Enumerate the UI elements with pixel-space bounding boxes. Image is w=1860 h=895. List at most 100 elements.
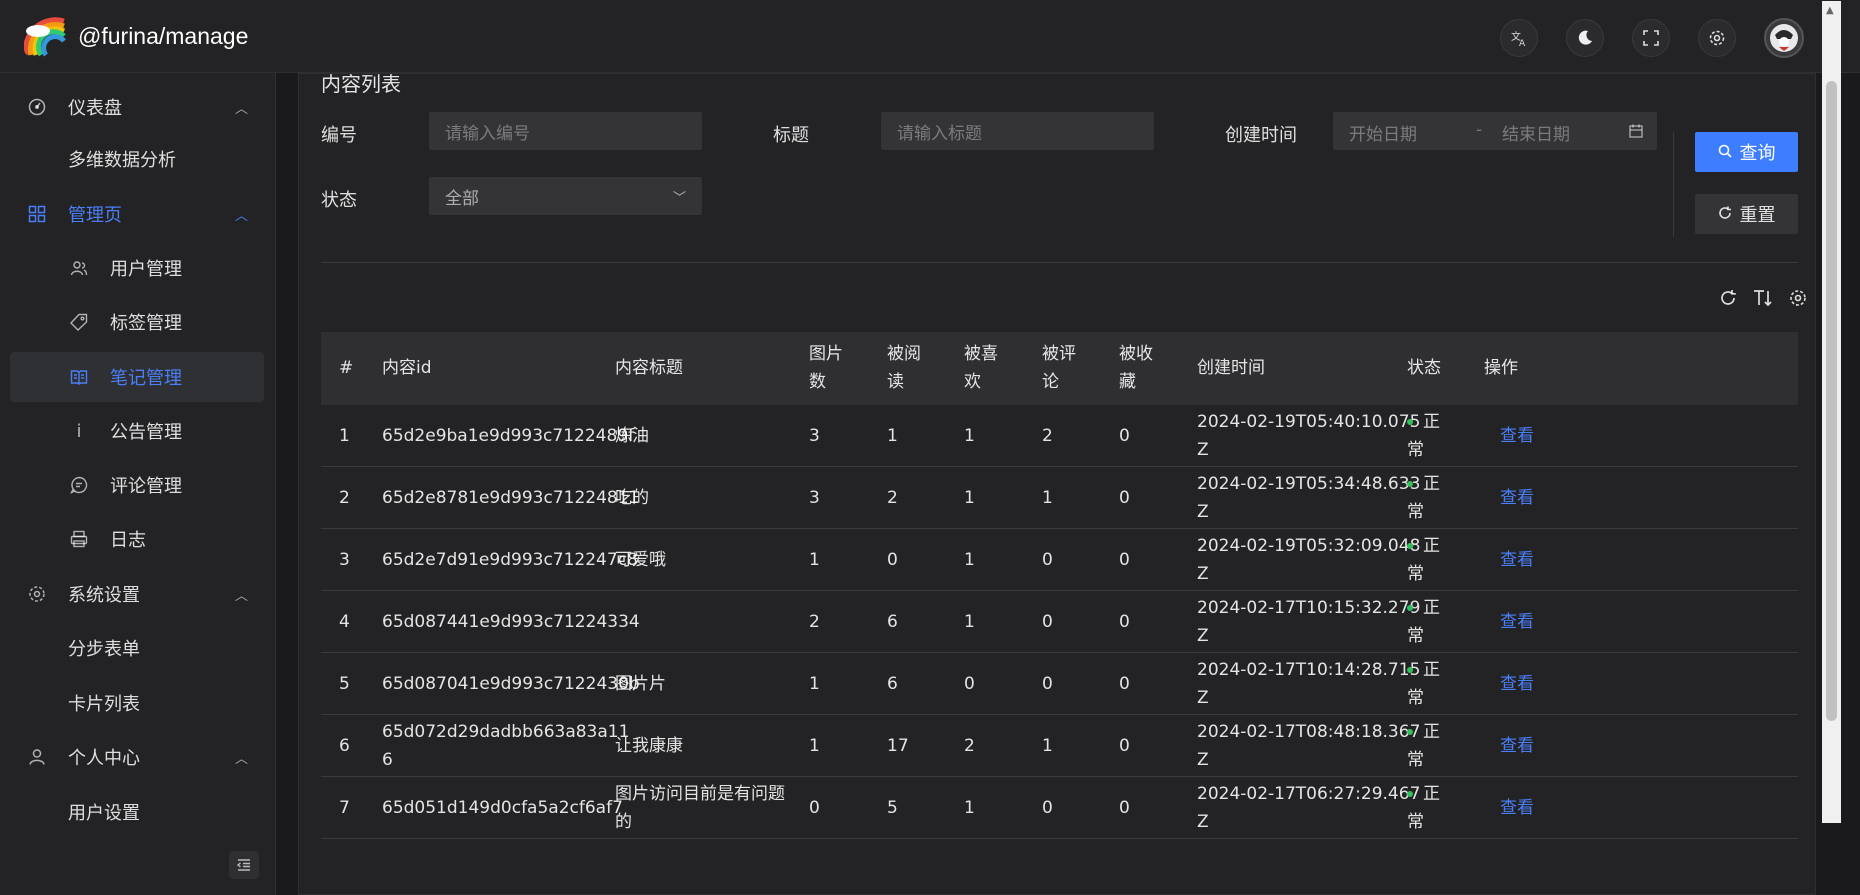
sidebar-item-comments[interactable]: 评论管理 xyxy=(10,460,264,510)
cell-text: 查看 xyxy=(1500,736,1534,756)
cell-text: 2 xyxy=(1042,426,1053,446)
cell-text: 5 xyxy=(887,798,898,818)
sidebar-item-label: 多维数据分析 xyxy=(68,150,176,171)
col-header: 图片 数 xyxy=(809,344,843,392)
view-link[interactable]: 查看 xyxy=(1500,422,1534,450)
status-dot xyxy=(1407,667,1413,673)
collapse-sidebar-icon[interactable] xyxy=(229,851,259,879)
info-icon: i xyxy=(76,420,82,442)
cell-text: 2 xyxy=(964,736,975,756)
table-cell: 1 xyxy=(964,608,975,636)
table-toolbar xyxy=(1719,288,1807,312)
moon-icon[interactable] xyxy=(1566,19,1604,57)
scroll-up-arrow[interactable]: ▲ xyxy=(1826,5,1834,16)
cell-text: 0 xyxy=(1119,736,1130,756)
table-cell: 2024-02-19T05:32:09.048 Z xyxy=(1197,532,1420,588)
column-settings-icon[interactable] xyxy=(1789,288,1807,312)
scrollbar[interactable]: ▲ xyxy=(1822,1,1841,823)
table-cell: 正 常 xyxy=(1407,594,1440,650)
table-cell: 0 xyxy=(1119,422,1130,450)
cell-text: 1 xyxy=(809,736,820,756)
table-row: 7 65d051d149d0cfa5a2cf6af7 图片访问目前是有问题 的 0 5 1… xyxy=(321,777,1798,839)
sidebar-item-system-settings[interactable]: 系统设置 ︿ xyxy=(10,569,264,619)
sidebar-item-manage[interactable]: 管理页 ︿ xyxy=(10,189,264,239)
cell-text: 3 xyxy=(809,488,820,508)
sidebar-item-card-list[interactable]: 卡片列表 xyxy=(10,678,264,728)
col-header: 被阅 读 xyxy=(887,344,921,392)
cell-text: 0 xyxy=(1119,612,1130,632)
avatar[interactable] xyxy=(1764,18,1804,58)
sidebar-item-label: 管理页 xyxy=(68,205,122,226)
chevron-up-icon: ︿ xyxy=(234,101,248,117)
view-link[interactable]: 查看 xyxy=(1500,732,1534,760)
table-cell: 正 常 xyxy=(1407,718,1440,774)
start-date-input[interactable]: 开始日期 xyxy=(1349,120,1417,145)
sidebar-item-logs[interactable]: 日志 xyxy=(10,514,264,564)
tag-icon xyxy=(68,311,90,333)
refresh-icon[interactable] xyxy=(1719,288,1737,312)
table-cell: 0 xyxy=(809,794,820,822)
table-cell: 6 xyxy=(887,670,898,698)
table-cell: 7 xyxy=(339,794,350,822)
sidebar-item-step-form[interactable]: 分步表单 xyxy=(10,623,264,673)
sidebar-item-analysis[interactable]: 多维数据分析 xyxy=(10,134,264,184)
status-select[interactable]: 全部 ﹀ xyxy=(429,177,702,215)
date-range-picker[interactable]: 开始日期 - 结束日期 xyxy=(1333,112,1657,150)
col-header: # xyxy=(339,358,354,378)
table-cell: 2 xyxy=(1042,422,1053,450)
sidebar-item-users[interactable]: 用户管理 xyxy=(10,243,264,293)
id-input[interactable]: 请输入编号 xyxy=(429,112,702,150)
sidebar-item-tags[interactable]: 标签管理 xyxy=(10,297,264,347)
grid-icon xyxy=(26,203,48,225)
table-cell: 让我康康 xyxy=(615,732,683,760)
status-dot xyxy=(1407,481,1413,487)
sidebar-item-label: 用户设置 xyxy=(68,803,140,824)
table-cell: 2024-02-17T10:15:32.279 Z xyxy=(1197,594,1420,650)
table-cell: 2 xyxy=(809,608,820,636)
sidebar-item-user-settings[interactable]: 用户设置 xyxy=(10,787,264,837)
view-link[interactable]: 查看 xyxy=(1500,608,1534,636)
gear-icon[interactable] xyxy=(1698,19,1736,57)
table-cell: 1 xyxy=(1042,732,1053,760)
table-cell: 正 常 xyxy=(1407,780,1440,836)
sidebar-item-dashboard[interactable]: 仪表盘 ︿ xyxy=(10,82,264,132)
cell-text: 0 xyxy=(1119,488,1130,508)
table-cell: 正 常 xyxy=(1407,470,1440,526)
cell-text: 2024-02-17T08:48:18.367 Z xyxy=(1197,722,1421,770)
table-cell: 1 xyxy=(809,546,820,574)
chevron-up-icon: ︿ xyxy=(234,588,248,604)
reset-button[interactable]: 重置 xyxy=(1695,194,1798,234)
translate-icon[interactable]: 文A xyxy=(1500,19,1538,57)
table-cell: 0 xyxy=(1119,546,1130,574)
view-link[interactable]: 查看 xyxy=(1500,670,1534,698)
title-input-placeholder: 请输入标题 xyxy=(897,123,982,144)
density-icon[interactable] xyxy=(1753,288,1773,312)
cell-text: 65d051d149d0cfa5a2cf6af7 xyxy=(382,798,623,818)
view-link[interactable]: 查看 xyxy=(1500,546,1534,574)
col-header: 内容标题 xyxy=(615,358,683,378)
table-cell: 2024-02-19T05:40:10.075 Z xyxy=(1197,408,1420,464)
sidebar-item-profile[interactable]: 个人中心 ︿ xyxy=(10,732,264,782)
cell-text: 65d2e7d91e9d993c712247c8 xyxy=(382,550,638,570)
content-card: 内容列表 编号 请输入编号 标题 请输入标题 创建时间 开始日期 - 结束日期 … xyxy=(298,1,1841,895)
fullscreen-icon[interactable] xyxy=(1632,19,1670,57)
cell-text: 1 xyxy=(964,798,975,818)
view-link[interactable]: 查看 xyxy=(1500,484,1534,512)
filter-id-label: 编号 xyxy=(321,125,357,146)
status-dot xyxy=(1407,605,1413,611)
cell-text: 6 xyxy=(339,736,350,756)
sidebar-item-notes[interactable]: 笔记管理 xyxy=(10,352,264,402)
status-dot xyxy=(1407,419,1413,425)
sidebar-item-announcements[interactable]: i 公告管理 xyxy=(10,406,264,456)
refresh-icon xyxy=(1718,204,1732,225)
title-input[interactable]: 请输入标题 xyxy=(881,112,1154,150)
cell-text: 1 xyxy=(964,612,975,632)
view-link[interactable]: 查看 xyxy=(1500,794,1534,822)
end-date-input[interactable]: 结束日期 xyxy=(1502,120,1570,145)
scroll-thumb[interactable] xyxy=(1826,81,1837,721)
cell-text: 0 xyxy=(809,798,820,818)
svg-text:A: A xyxy=(1519,39,1526,47)
search-button[interactable]: 查询 xyxy=(1695,132,1798,172)
sidebar-item-label: 系统设置 xyxy=(68,585,140,606)
cell-text: 65d087041e9d993c7122430b xyxy=(382,674,640,694)
